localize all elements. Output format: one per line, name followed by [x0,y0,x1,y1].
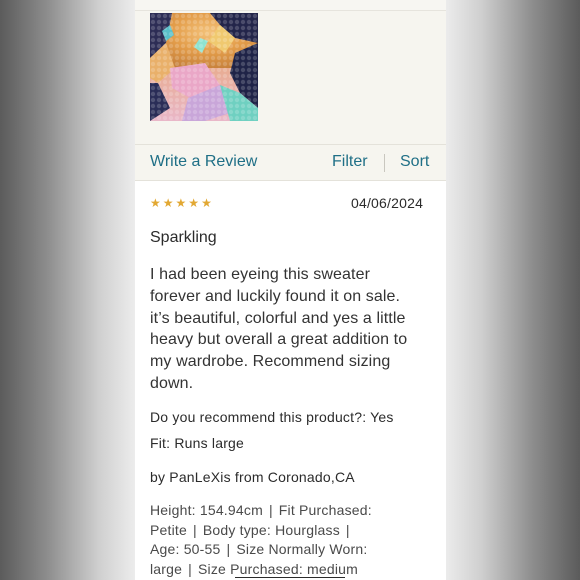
reviewer-details: Height: 154.94cm | Fit Purchased: Petite | B… [150,501,440,580]
reviewer-byline: by PanLeXis from Coronado,CA [150,469,355,485]
detail-separator: | [345,521,350,538]
action-divider [384,154,385,172]
star-rating: ★ ★ ★ ★ ★ [150,196,212,210]
fit-purchased-value: Petite [150,521,187,538]
review-body-line: heavy but overall a great addition to [150,331,408,349]
star-icon: ★ [175,196,187,210]
review-body-line: my wardrobe. Recommend sizing [150,353,391,371]
body-type-detail: Body type: Hourglass [202,521,340,538]
details-line: Petite | Body type: Hourglass | [150,521,440,541]
star-icon: ★ [162,196,174,210]
review-body-line: forever and luckily found it on sale. [150,287,401,305]
detail-separator: | [193,521,197,538]
review-photo-area [135,11,446,144]
star-icon: ★ [188,196,200,210]
recommend-answer: Do you recommend this product?: Yes [150,409,394,425]
size-normally-worn-label: Size Normally Worn: [236,541,368,558]
review-body-line: I had been eyeing this sweater [150,266,371,283]
review-body-line: down. [150,374,194,392]
top-strip [135,0,446,11]
sort-link[interactable]: Sort [400,153,429,171]
size-purchased-detail: Size Purchased: medium [197,561,359,578]
star-icon: ★ [201,196,212,210]
fit-purchased-label: Fit Purchased: [278,502,372,518]
sequin-sweater-photo [150,13,258,121]
fit-answer: Fit: Runs large [150,435,245,451]
filter-link[interactable]: Filter [332,153,368,171]
partial-underline [235,577,345,578]
review-photo-thumbnail[interactable] [150,13,258,121]
review-title: Sparkling [150,229,217,246]
star-icon: ★ [150,196,161,210]
review-body: I had been eyeing this sweater forever a… [150,264,440,395]
details-line: Age: 50-55 | Size Normally Worn: [150,540,440,560]
review-date: 04/06/2024 [351,195,424,211]
write-review-link[interactable]: Write a Review [150,153,257,171]
review-body-line: it’s beautiful, colorful and yes a littl… [150,309,406,327]
detail-separator: | [226,541,231,558]
age-detail: Age: 50-55 [150,541,221,558]
height-detail: Height: 154.94cm [150,502,263,518]
review-action-bar: Write a Review Filter Sort [135,144,446,181]
review-screen: Write a Review Filter Sort ★ ★ ★ ★ ★ 04/… [135,0,446,580]
detail-separator: | [268,502,273,518]
size-normally-worn-value: large [150,561,183,578]
details-line: Height: 154.94cm | Fit Purchased: [150,501,440,521]
detail-separator: | [188,561,192,578]
